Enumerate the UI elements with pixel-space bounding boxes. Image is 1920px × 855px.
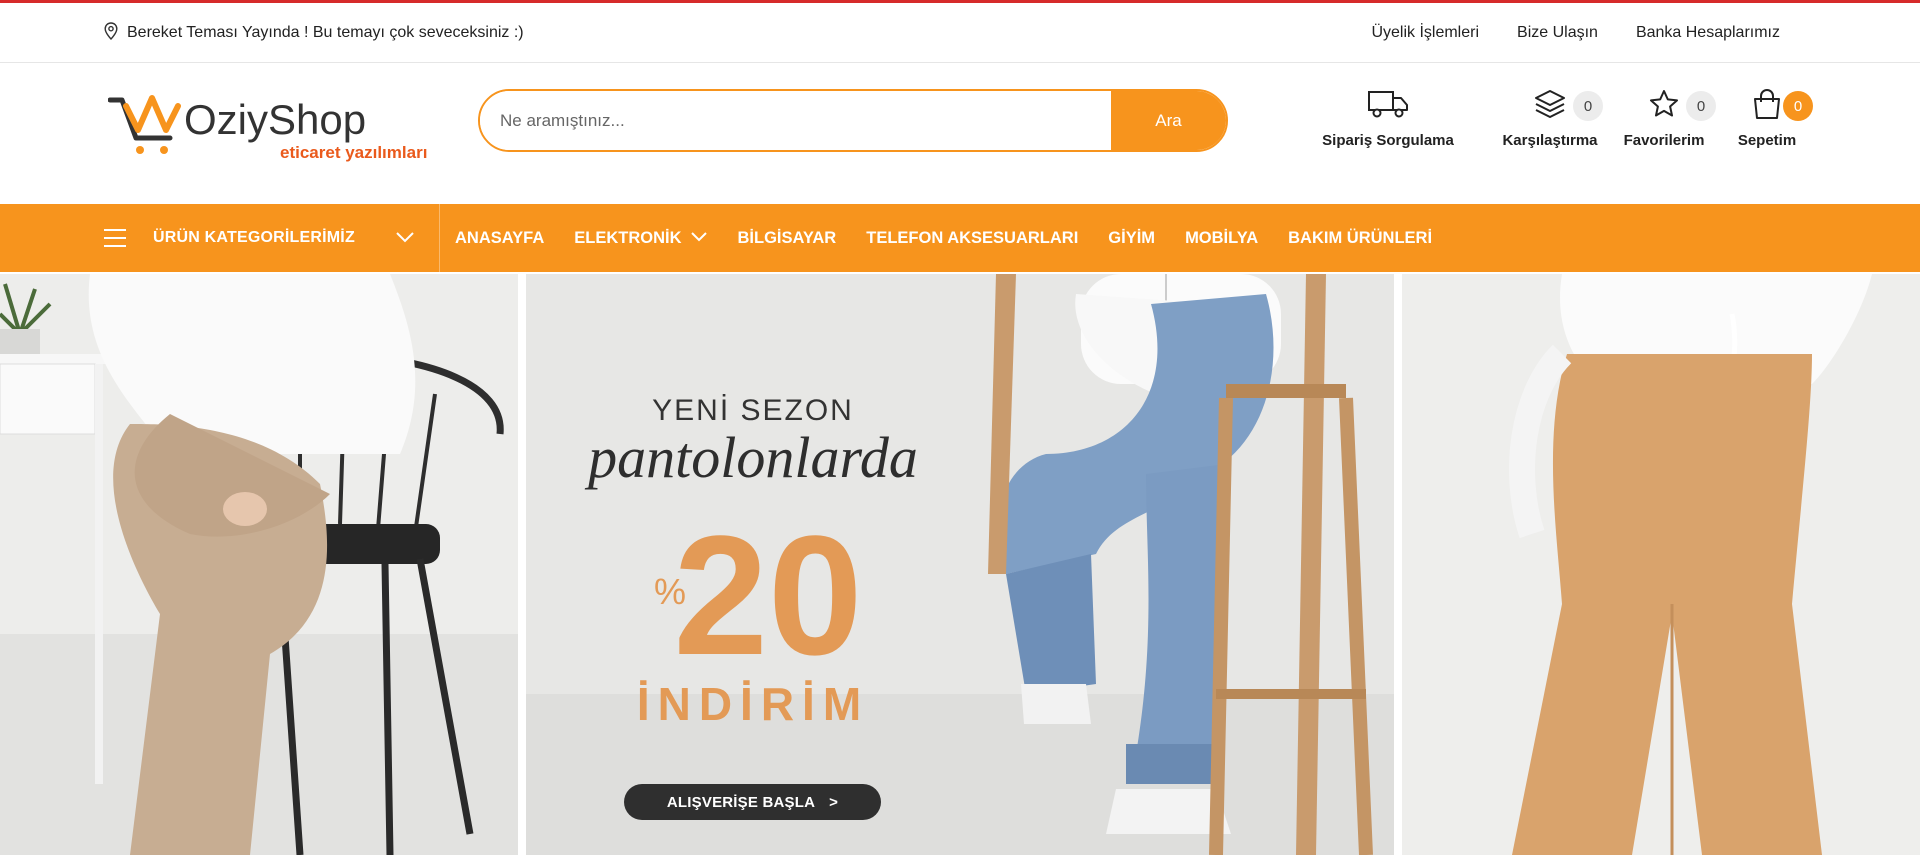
banner-discount-word: İNDİRİM	[637, 678, 869, 730]
main-nav: ÜRÜN KATEGORİLERİMİZ ANASAYFA ELEKTRONİK…	[0, 204, 1920, 272]
order-tracking-label: Sipariş Sorgulama	[1322, 132, 1454, 149]
layers-icon	[1533, 88, 1567, 125]
compare[interactable]: 0 Karşılaştırma	[1490, 86, 1610, 149]
chevron-down-icon	[395, 230, 415, 249]
nav-item-home[interactable]: ANASAYFA	[455, 229, 544, 248]
shopping-bag-icon	[1751, 87, 1783, 126]
nav-menu: ANASAYFA ELEKTRONİK BİLGİSAYAR TELEFON A…	[455, 204, 1432, 272]
nav-item-phone-accessories[interactable]: TELEFON AKSESUARLARI	[866, 229, 1078, 248]
nav-item-computer[interactable]: BİLGİSAYAR	[738, 229, 837, 248]
banner-discount: 20	[673, 501, 862, 691]
top-links: Üyelik İşlemleri Bize Ulaşın Banka Hesap…	[1371, 3, 1780, 63]
banner-season: YENİ SEZON	[652, 394, 854, 427]
nav-item-clothing[interactable]: GİYİM	[1108, 229, 1155, 248]
order-tracking[interactable]: Sipariş Sorgulama	[1322, 86, 1454, 149]
hamburger-icon	[104, 228, 126, 253]
favorites-label: Favorilerim	[1623, 132, 1705, 149]
compare-count: 0	[1573, 91, 1603, 121]
hero-banner[interactable]: YENİ SEZON pantolonlarda % 20 İNDİRİM AL…	[0, 274, 1920, 855]
chevron-right-icon: >	[829, 793, 839, 811]
location-pin-icon	[104, 21, 118, 45]
membership-link[interactable]: Üyelik İşlemleri	[1371, 24, 1479, 42]
favorites[interactable]: 0 Favorilerim	[1622, 86, 1716, 149]
cart-label: Sepetim	[1737, 132, 1797, 149]
truck-icon	[1367, 88, 1409, 125]
header: OziyShop eticaret yazılımları Ara Sipari…	[0, 64, 1920, 204]
shop-now-button[interactable]: ALIŞVERİŞE BAŞLA >	[624, 784, 881, 820]
compare-label: Karşılaştırma	[1502, 132, 1598, 149]
nav-item-electronics[interactable]: ELEKTRONİK	[574, 229, 707, 248]
header-icons: Sipariş Sorgulama 0 Karşılaştırma 0 Favo…	[0, 86, 1920, 186]
nav-item-electronics-label: ELEKTRONİK	[574, 228, 682, 247]
banner-photo-left	[0, 274, 518, 855]
banner-promo: YENİ SEZON pantolonlarda % 20 İNDİRİM AL…	[526, 274, 1394, 855]
contact-link[interactable]: Bize Ulaşın	[1517, 24, 1598, 42]
bank-accounts-link[interactable]: Banka Hesaplarımız	[1636, 24, 1780, 42]
favorites-count: 0	[1686, 91, 1716, 121]
nav-item-furniture[interactable]: MOBİLYA	[1185, 229, 1258, 248]
chevron-down-icon	[690, 229, 708, 248]
cart-count: 0	[1783, 91, 1813, 121]
categories-label: ÜRÜN KATEGORİLERİMİZ	[153, 229, 355, 246]
top-bar: Bereket Teması Yayında ! Bu temayı çok s…	[0, 3, 1920, 63]
categories-toggle[interactable]: ÜRÜN KATEGORİLERİMİZ	[0, 204, 440, 272]
cart[interactable]: 0 Sepetim	[1732, 86, 1813, 149]
banner-script: pantolonlarda	[584, 425, 918, 490]
star-icon	[1648, 88, 1680, 125]
announcement: Bereket Teması Yayında ! Bu temayı çok s…	[104, 3, 524, 63]
banner-photo-right	[1402, 274, 1920, 855]
shop-now-label: ALIŞVERİŞE BAŞLA	[666, 793, 816, 811]
announcement-text: Bereket Teması Yayında ! Bu temayı çok s…	[127, 24, 524, 41]
nav-item-care-products[interactable]: BAKIM ÜRÜNLERİ	[1288, 229, 1432, 248]
